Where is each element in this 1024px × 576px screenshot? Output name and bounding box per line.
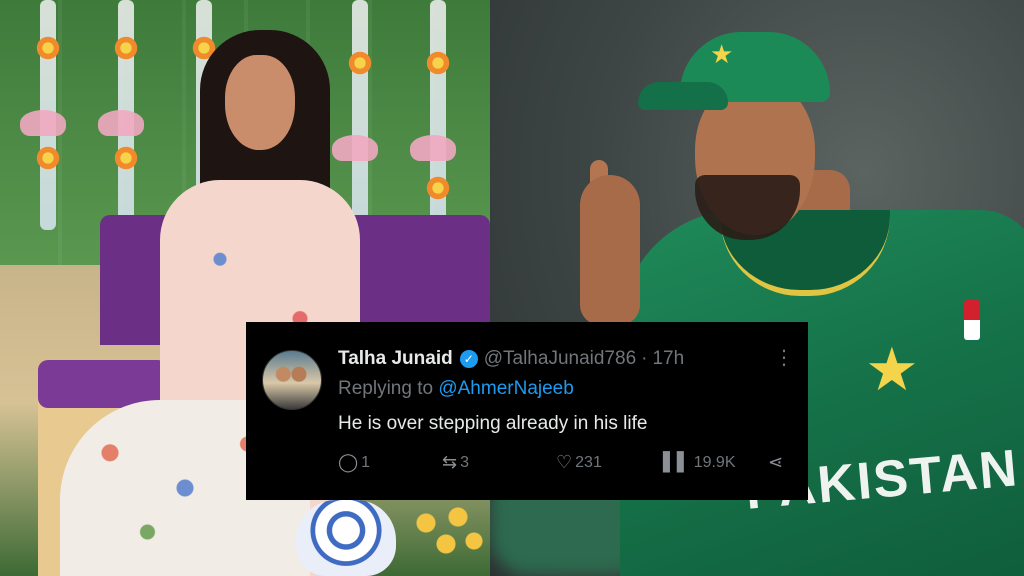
raised-hand: [580, 175, 640, 325]
blue-white-vase: [296, 500, 396, 576]
lotus-decoration: [98, 110, 144, 136]
flower-decoration: [425, 175, 451, 201]
retweet-count: 3: [460, 453, 469, 471]
user-handle[interactable]: @TalhaJunaid786: [484, 348, 636, 370]
decorative-column: [352, 0, 368, 230]
flower-decoration: [425, 50, 451, 76]
lotus-decoration: [332, 135, 378, 161]
views-button[interactable]: ▌▌ 19.9K: [663, 452, 736, 473]
reply-icon: ◯: [338, 452, 359, 473]
like-button[interactable]: ♡ 231: [556, 452, 602, 473]
flag-badge: [964, 300, 980, 340]
more-options-icon[interactable]: ⋮: [774, 347, 794, 367]
reply-to-link[interactable]: @AhmerNajeeb: [438, 378, 573, 399]
reply-button[interactable]: ◯ 1: [338, 452, 370, 473]
flower-decoration: [347, 50, 373, 76]
views-count: 19.9K: [693, 453, 736, 471]
woman-face: [225, 55, 295, 150]
flower-decoration: [35, 145, 61, 171]
yellow-flowers: [410, 505, 490, 565]
tweet-text: He is over stepping already in his life: [338, 413, 648, 434]
share-button[interactable]: ⋖: [768, 452, 786, 473]
tweet-card: Talha Junaid ✓ @TalhaJunaid786 · 17h ⋮ R…: [246, 322, 808, 500]
reply-count: 1: [361, 453, 371, 471]
avatar[interactable]: [262, 350, 322, 410]
reply-context: Replying to @AhmerNajeeb: [338, 378, 574, 400]
separator: ·: [641, 348, 648, 369]
flower-decoration: [113, 145, 139, 171]
like-count: 231: [575, 453, 602, 471]
retweet-icon: ⇆: [442, 452, 458, 473]
views-chart-icon: ▌▌: [663, 452, 691, 473]
verified-badge-icon: ✓: [459, 350, 478, 368]
cap-brim: [638, 82, 728, 110]
heart-icon: ♡: [556, 452, 573, 473]
flower-decoration: [35, 35, 61, 61]
lotus-decoration: [410, 135, 456, 161]
cap-star-icon: ★: [710, 40, 734, 70]
reply-prefix: Replying to: [338, 378, 434, 399]
flower-decoration: [113, 35, 139, 61]
tweet-actions: ◯ 1 ⇆ 3 ♡ 231 ▌▌ 19.9K ⋖: [338, 452, 790, 476]
display-name[interactable]: Talha Junaid: [338, 348, 453, 370]
share-icon: ⋖: [768, 452, 784, 473]
retweet-button[interactable]: ⇆ 3: [442, 452, 469, 473]
timestamp[interactable]: 17h: [652, 348, 684, 370]
lotus-decoration: [20, 110, 66, 136]
jersey-star-icon: ★: [865, 335, 919, 405]
tweet-header: Talha Junaid ✓ @TalhaJunaid786 · 17h: [338, 348, 684, 370]
